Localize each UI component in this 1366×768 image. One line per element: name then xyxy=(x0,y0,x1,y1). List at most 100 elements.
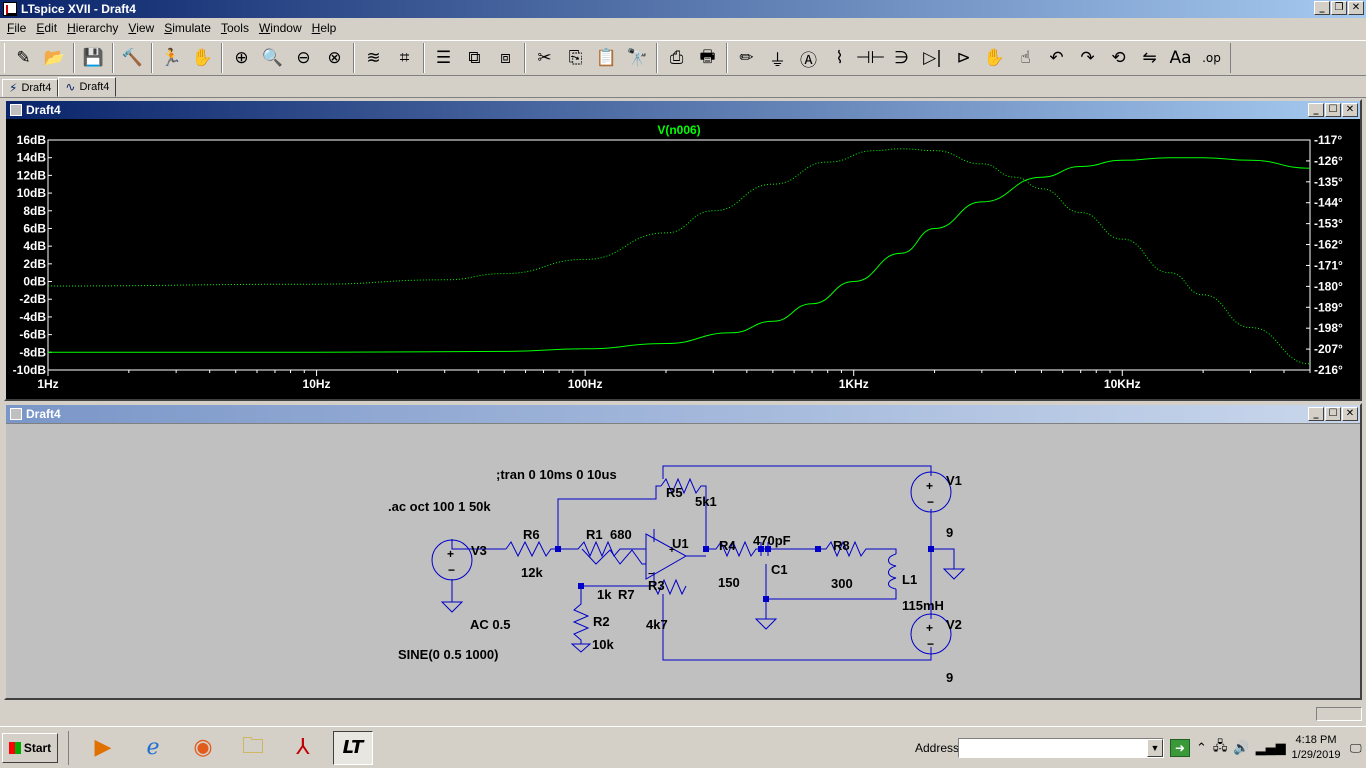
restore-button[interactable]: ❐ xyxy=(1331,1,1347,15)
v1-value[interactable]: 9 xyxy=(946,525,953,540)
waveform-maximize-button[interactable]: ☐ xyxy=(1325,103,1341,117)
menu-file[interactable]: File xyxy=(2,21,31,35)
save-button[interactable]: 💾 xyxy=(78,43,109,73)
r2-name[interactable]: R2 xyxy=(593,614,610,629)
acrobat-taskbar-button[interactable]: ⅄ xyxy=(283,731,323,765)
volume-icon[interactable]: 🔊 xyxy=(1233,741,1249,756)
file-explorer-taskbar-button[interactable]: 🗀 xyxy=(233,731,273,765)
schematic-drawing[interactable]: + − + − + − + − ;tran 0 10ms 0 10us .ac … xyxy=(6,424,1360,699)
print-preview-button[interactable]: ⎙ xyxy=(661,43,692,73)
r1-value[interactable]: 1k xyxy=(597,587,612,602)
pick-visible-button[interactable]: ⌗ xyxy=(389,43,420,73)
spice-directive-button[interactable]: .op xyxy=(1196,43,1227,73)
drag-button[interactable]: ☝ xyxy=(1010,43,1041,73)
l1-name[interactable]: L1 xyxy=(902,572,917,587)
v2-name[interactable]: V2 xyxy=(946,617,962,632)
c1-name[interactable]: C1 xyxy=(771,562,788,577)
address-input[interactable] xyxy=(958,738,1164,758)
schematic-canvas[interactable]: + − + − + − + − ;tran 0 10ms 0 10us .ac … xyxy=(6,423,1360,698)
print-button[interactable]: 🖶 xyxy=(692,43,723,73)
firefox-taskbar-button[interactable]: ◉ xyxy=(183,731,223,765)
v3-sine[interactable]: SINE(0 0.5 1000) xyxy=(398,647,498,662)
cut-button[interactable]: ✂ xyxy=(529,43,560,73)
waveform-window[interactable]: Draft4 _ ☐ ✕ V(n006) 1Hz 10Hz 100Hz 1KHz 10KH… xyxy=(4,99,1362,401)
tab-draft4-waveform[interactable]: ∿ Draft4 xyxy=(58,77,117,97)
component-button[interactable]: ⊳ xyxy=(948,43,979,73)
draw-wire-button[interactable]: ✏ xyxy=(731,43,762,73)
v2-value[interactable]: 9 xyxy=(946,670,953,685)
menu-hierarchy[interactable]: Hierarchy xyxy=(62,21,123,35)
zoom-in-button[interactable]: ⊕ xyxy=(226,43,257,73)
r6-value[interactable]: 12k xyxy=(521,565,543,580)
menu-help[interactable]: Help xyxy=(307,21,342,35)
text-button[interactable]: Aa xyxy=(1165,43,1196,73)
redo-button[interactable]: ↷ xyxy=(1072,43,1103,73)
r3-value[interactable]: 4k7 xyxy=(646,617,668,632)
schematic-window[interactable]: Draft4 _ ☐ ✕ + − + − + − + − ;tran 0 10m… xyxy=(4,403,1362,700)
mirror-button[interactable]: ⇋ xyxy=(1134,43,1165,73)
tile-horizontal-button[interactable]: ☰ xyxy=(428,43,459,73)
network-icon[interactable]: 🖧 xyxy=(1213,737,1228,759)
ltspice-taskbar-button[interactable]: LT xyxy=(333,730,373,765)
waveform-close-button[interactable]: ✕ xyxy=(1342,103,1358,117)
tray-expand-icon[interactable]: ⌃ xyxy=(1196,741,1207,756)
tran-directive[interactable]: ;tran 0 10ms 0 10us xyxy=(496,467,617,482)
tile-vertical-button[interactable]: ⧈ xyxy=(490,43,521,73)
r7-value[interactable]: 680 xyxy=(610,527,632,542)
r4-value[interactable]: 150 xyxy=(718,575,740,590)
close-button[interactable]: ✕ xyxy=(1348,1,1364,15)
move-button[interactable]: ✋ xyxy=(979,43,1010,73)
copy-button[interactable]: ⎘ xyxy=(560,43,591,73)
menu-simulate[interactable]: Simulate xyxy=(159,21,216,35)
bode-plot[interactable]: V(n006) 1Hz 10Hz 100Hz 1KHz 10KHz 16dB 14dB 12dB… xyxy=(6,119,1360,399)
r6-name[interactable]: R6 xyxy=(523,527,540,542)
media-player-taskbar-button[interactable]: ▶ xyxy=(83,731,123,765)
label-net-button[interactable]: Ⓐ xyxy=(793,43,824,73)
tab-draft4-schematic[interactable]: ⚡ Draft4 xyxy=(2,79,59,97)
r8-value[interactable]: 300 xyxy=(831,576,853,591)
go-button[interactable]: ➜ xyxy=(1170,739,1190,757)
run-button[interactable]: 🏃 xyxy=(156,43,187,73)
r5-name[interactable]: R5 xyxy=(666,485,683,500)
u1-name[interactable]: U1 xyxy=(672,536,689,551)
r7-name[interactable]: R7 xyxy=(618,587,635,602)
open-button[interactable]: 📂 xyxy=(39,43,70,73)
paste-button[interactable]: 📋 xyxy=(591,43,622,73)
cascade-button[interactable]: ⧉ xyxy=(459,43,490,73)
ltspice-app-icon[interactable] xyxy=(3,2,17,16)
menu-edit[interactable]: Edit xyxy=(31,21,62,35)
zoom-out-button[interactable]: ⊖ xyxy=(288,43,319,73)
autorange-button[interactable]: ≋ xyxy=(358,43,389,73)
signal-icon[interactable]: ▂▄▆ xyxy=(1256,741,1286,756)
address-dropdown-button[interactable]: ▼ xyxy=(1147,739,1163,757)
schematic-maximize-button[interactable]: ☐ xyxy=(1325,407,1341,421)
capacitor-button[interactable]: ⊣⊢ xyxy=(855,43,886,73)
schematic-close-button[interactable]: ✕ xyxy=(1342,407,1358,421)
inductor-button[interactable]: ∋ xyxy=(886,43,917,73)
schematic-minimize-button[interactable]: _ xyxy=(1308,407,1324,421)
ground-button[interactable]: ⏚ xyxy=(762,43,793,73)
schematic-window-title-bar[interactable]: Draft4 _ ☐ ✕ xyxy=(6,405,1360,423)
undo-button[interactable]: ↶ xyxy=(1041,43,1072,73)
zoom-pan-button[interactable]: 🔍 xyxy=(257,43,288,73)
r5-value[interactable]: 5k1 xyxy=(695,494,717,509)
l1-value[interactable]: 115mH xyxy=(902,598,944,613)
r1-name[interactable]: R1 xyxy=(586,527,603,542)
halt-button[interactable]: ✋ xyxy=(187,43,218,73)
app-title-bar[interactable]: LTspice XVII - Draft4 _ ❐ ✕ xyxy=(0,0,1366,18)
internet-explorer-taskbar-button[interactable]: ℯ xyxy=(133,731,173,765)
waveform-window-title-bar[interactable]: Draft4 _ ☐ ✕ xyxy=(6,101,1360,119)
minimize-button[interactable]: _ xyxy=(1314,1,1330,15)
r8-name[interactable]: R8 xyxy=(833,538,850,553)
find-button[interactable]: 🔭 xyxy=(622,43,653,73)
v1-name[interactable]: V1 xyxy=(946,473,962,488)
start-button[interactable]: Start xyxy=(2,732,58,763)
v3-value[interactable]: AC 0.5 xyxy=(470,617,510,632)
r4-name[interactable]: R4 xyxy=(719,538,736,553)
waveform-minimize-button[interactable]: _ xyxy=(1308,103,1324,117)
v3-name[interactable]: V3 xyxy=(471,543,487,558)
c1-value[interactable]: 470pF xyxy=(753,533,791,548)
control-panel-button[interactable]: 🔨 xyxy=(117,43,148,73)
action-center-icon[interactable]: 🖵 xyxy=(1350,741,1362,756)
diode-button[interactable]: ▷| xyxy=(917,43,948,73)
